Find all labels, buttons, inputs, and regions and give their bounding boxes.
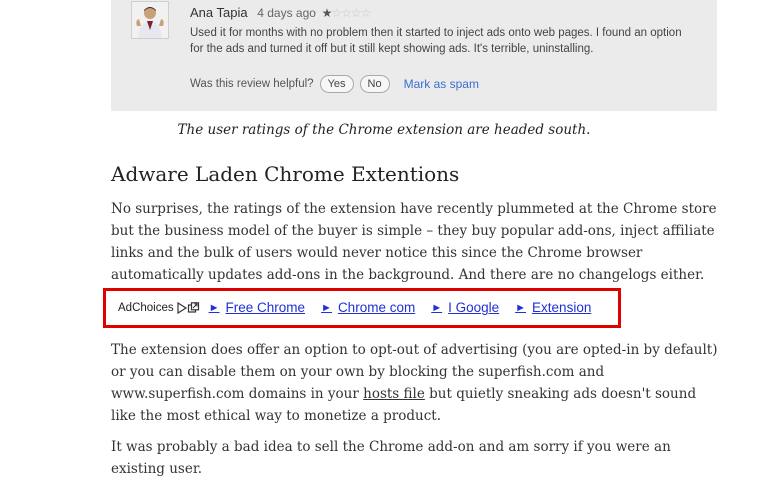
ad-link-i-google[interactable]: ► I Google <box>431 300 499 315</box>
avatar <box>131 1 169 39</box>
star-filled-icon: ★ <box>321 6 333 20</box>
adchoices-icon[interactable] <box>177 301 201 314</box>
review-author: Ana Tapia <box>190 5 248 20</box>
triangle-right-icon: ► <box>208 301 220 314</box>
ad-link-label: Free Chrome <box>225 300 306 315</box>
ad-link-chrome-com[interactable]: ► Chrome com <box>321 300 415 315</box>
ad-link-label: Chrome com <box>337 300 416 315</box>
image-caption: The user ratings of the Chrome extension… <box>177 122 591 138</box>
ad-links-box: AdChoices ► Free Chrome ► Chrome com ► I Go… <box>103 288 621 328</box>
review-actions: Was this review helpful? Yes No Mark as … <box>190 75 479 93</box>
review-text: Used it for months with no problem then … <box>190 27 682 55</box>
mark-as-spam-link[interactable]: Mark as spam <box>404 77 479 91</box>
triangle-right-icon: ► <box>321 301 332 314</box>
review-header: Ana Tapia 4 days ago ★☆☆☆☆ <box>190 5 372 20</box>
review-card: Ana Tapia 4 days ago ★☆☆☆☆ Used it for m… <box>111 0 717 111</box>
rating-stars: ★☆☆☆☆ <box>321 6 372 20</box>
star-empty-icon: ☆☆☆☆ <box>331 6 371 20</box>
ad-row: AdChoices ► Free Chrome ► Chrome com ► I Go… <box>118 300 607 315</box>
ad-link-label: I Google <box>448 300 500 315</box>
review-date: 4 days ago <box>257 6 316 20</box>
article-paragraph: The extension does offer an option to op… <box>111 339 721 427</box>
section-heading: Adware Laden Chrome Extentions <box>111 162 460 186</box>
ad-link-extension[interactable]: ► Extension <box>515 300 591 315</box>
triangle-right-icon: ► <box>431 301 443 314</box>
article-paragraph: It was probably a bad idea to sell the C… <box>111 439 671 477</box>
helpful-question: Was this review helpful? <box>190 78 314 90</box>
helpful-yes-button[interactable]: Yes <box>319 75 354 93</box>
adchoices-label[interactable]: AdChoices <box>118 302 174 314</box>
hosts-file-link[interactable]: hosts file <box>363 386 425 402</box>
ad-link-free-chrome[interactable]: ► Free Chrome <box>209 300 305 315</box>
triangle-right-icon: ► <box>515 301 527 314</box>
helpful-no-button[interactable]: No <box>359 75 390 93</box>
ad-link-label: Extension <box>532 300 592 315</box>
article-paragraph: No surprises, the ratings of the extensi… <box>111 201 717 283</box>
